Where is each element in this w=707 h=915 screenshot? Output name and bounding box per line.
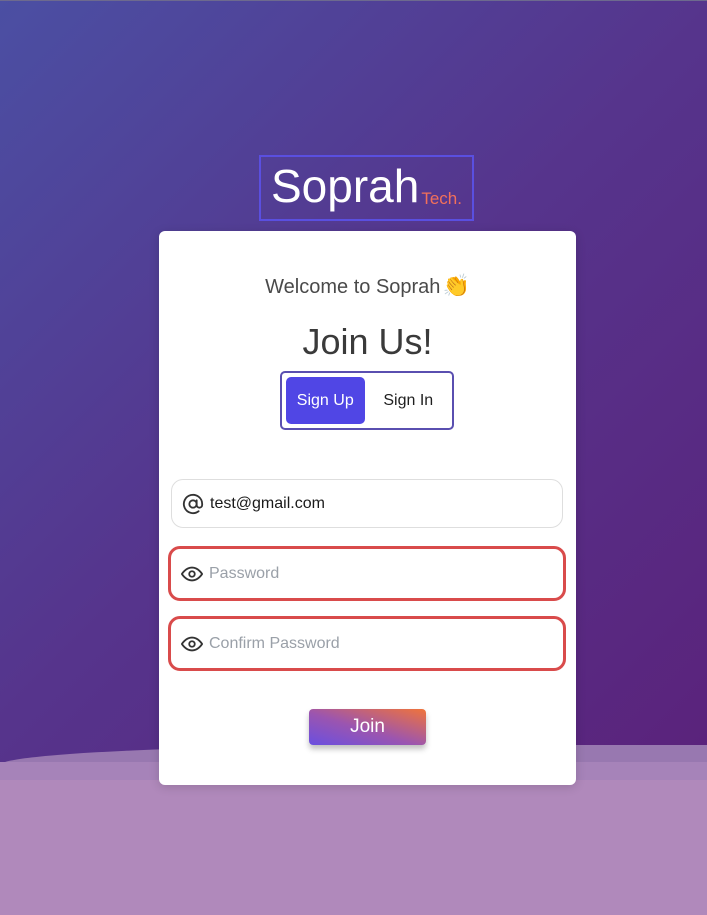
background-wave-front (0, 780, 707, 915)
eye-icon[interactable] (181, 563, 203, 585)
join-button[interactable]: Join (309, 709, 426, 745)
at-icon (182, 493, 204, 515)
confirm-password-field-wrapper (168, 616, 566, 671)
clapping-hands-icon: 👏 (442, 273, 470, 298)
signup-card: Welcome to Soprah👏 Join Us! Sign Up Sign… (159, 231, 576, 785)
auth-mode-toggle: Sign Up Sign In (280, 371, 454, 430)
top-border (0, 0, 707, 1)
welcome-text: Welcome to Soprah👏 (159, 273, 576, 299)
email-field[interactable] (210, 494, 540, 513)
tab-sign-in[interactable]: Sign In (365, 377, 452, 424)
confirm-password-field[interactable] (209, 634, 539, 653)
welcome-label: Welcome to Soprah (265, 276, 441, 298)
page-title: Join Us! (302, 321, 433, 362)
brand-logo: Soprah Tech. (259, 155, 474, 221)
password-field-wrapper (168, 546, 566, 601)
tab-sign-up[interactable]: Sign Up (286, 377, 365, 424)
eye-icon[interactable] (181, 633, 203, 655)
email-field-wrapper (171, 479, 563, 528)
password-field[interactable] (209, 564, 539, 583)
brand-suffix: Tech. (421, 189, 462, 208)
brand-name: Soprah (271, 160, 420, 212)
